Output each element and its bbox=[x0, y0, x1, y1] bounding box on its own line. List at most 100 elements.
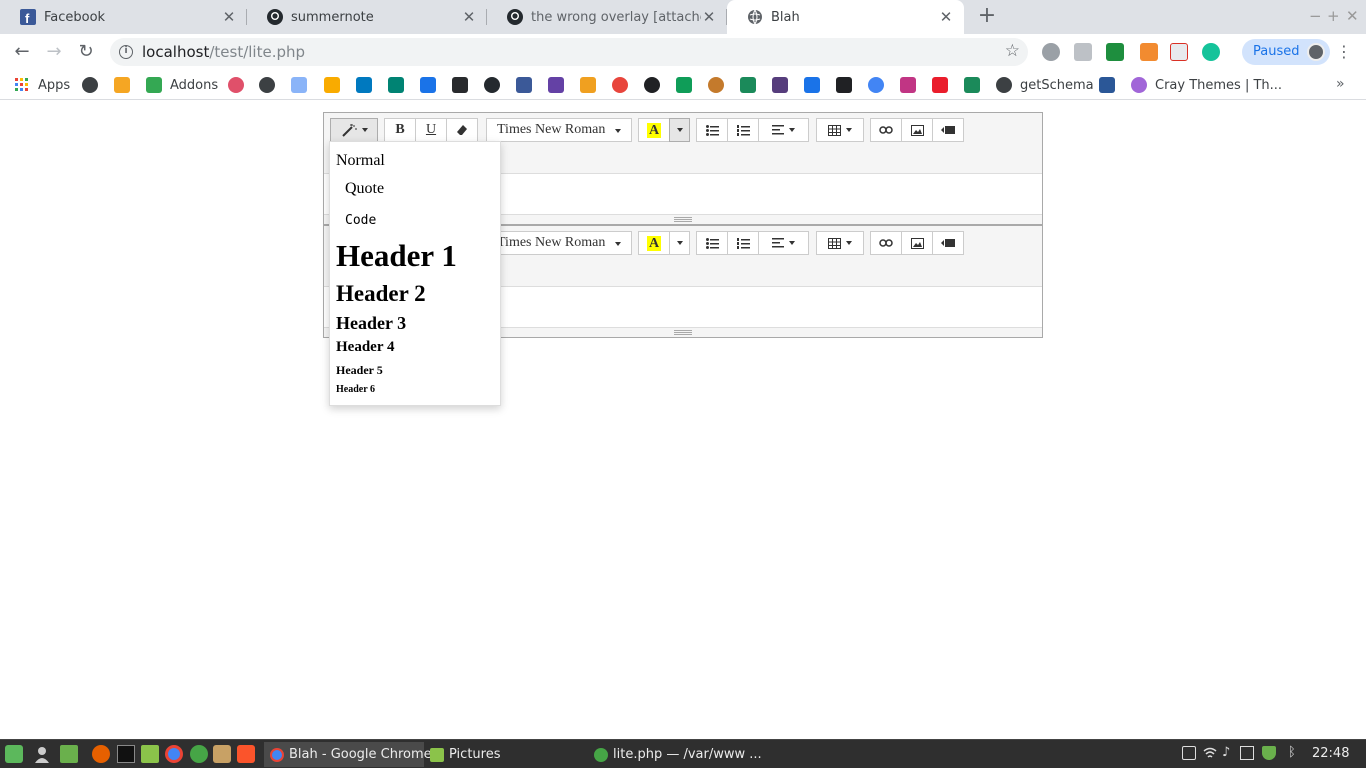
color-dropdown-button[interactable] bbox=[669, 231, 690, 255]
bookmark-facebook[interactable] bbox=[516, 76, 532, 94]
bookmark-9[interactable] bbox=[676, 76, 692, 94]
close-icon[interactable]: ✕ bbox=[938, 9, 954, 25]
address-bar[interactable]: i localhost/test/lite.php ☆ bbox=[110, 38, 1028, 66]
style-option-header-6[interactable]: Header 6 bbox=[336, 384, 375, 395]
bookmark-instagram[interactable] bbox=[900, 76, 916, 94]
bookmark-cray[interactable]: Cray Themes | Th... bbox=[1131, 76, 1282, 94]
close-window-icon[interactable]: ✕ bbox=[1346, 7, 1359, 25]
tab-facebook[interactable]: f Facebook ✕ bbox=[0, 0, 247, 34]
bookmark-twitch[interactable] bbox=[548, 76, 564, 94]
task-editor[interactable]: lite.php — /var/www ... bbox=[588, 742, 762, 767]
bookmark-16[interactable] bbox=[964, 76, 980, 94]
picture-button[interactable] bbox=[901, 231, 933, 255]
style-option-header-3[interactable]: Header 3 bbox=[336, 313, 406, 334]
maximize-icon[interactable]: + bbox=[1327, 7, 1340, 25]
bookmark-3[interactable] bbox=[228, 76, 244, 94]
app-icon[interactable] bbox=[190, 745, 208, 763]
bookmark-11[interactable] bbox=[740, 76, 756, 94]
picture-button[interactable] bbox=[901, 118, 933, 142]
bookmark-7[interactable] bbox=[612, 76, 628, 94]
chrome-icon[interactable] bbox=[165, 745, 183, 763]
bookmark-4[interactable] bbox=[259, 76, 275, 94]
style-option-normal[interactable]: Normal bbox=[336, 152, 385, 170]
clock[interactable]: 22:48 bbox=[1312, 746, 1349, 761]
grammarly-icon[interactable] bbox=[1202, 43, 1220, 61]
bluetooth-icon[interactable]: ᛒ bbox=[1288, 746, 1302, 760]
bookmark-10[interactable] bbox=[708, 76, 724, 94]
tab-blah[interactable]: Blah ✕ bbox=[727, 0, 964, 34]
bookmark-8[interactable] bbox=[644, 76, 660, 94]
bookmark-bootstrap[interactable] bbox=[772, 76, 788, 94]
table-button[interactable] bbox=[816, 231, 864, 255]
ordered-list-button[interactable] bbox=[727, 118, 759, 142]
tab-wrong-overlay[interactable]: the wrong overlay [attached the ✕ bbox=[487, 0, 727, 34]
tool-extension-icon[interactable] bbox=[1140, 43, 1158, 61]
ordered-list-button[interactable] bbox=[727, 231, 759, 255]
bookmark-15[interactable] bbox=[932, 76, 948, 94]
style-option-code[interactable]: Code bbox=[345, 213, 376, 228]
link-button[interactable] bbox=[870, 118, 902, 142]
show-desktop-icon[interactable] bbox=[60, 745, 78, 763]
bookmark-trello[interactable] bbox=[356, 76, 372, 94]
color-dropdown-button[interactable] bbox=[669, 118, 690, 142]
style-option-header-2[interactable]: Header 2 bbox=[336, 281, 426, 307]
settings-extension-icon[interactable] bbox=[1042, 43, 1060, 61]
reload-icon[interactable]: ↻ bbox=[74, 40, 98, 64]
bookmark-addons[interactable]: Addons bbox=[146, 76, 218, 94]
info-icon[interactable]: i bbox=[119, 45, 133, 59]
style-option-header-5[interactable]: Header 5 bbox=[336, 363, 383, 378]
bookmark-bing[interactable] bbox=[388, 76, 404, 94]
profile-button[interactable]: Paused bbox=[1242, 39, 1330, 65]
style-option-quote[interactable]: Quote bbox=[345, 180, 384, 198]
bookmark-5[interactable] bbox=[291, 76, 307, 94]
highlight-color-button[interactable]: A bbox=[638, 118, 670, 142]
bookmark-2[interactable] bbox=[114, 76, 130, 94]
bookmark-14[interactable] bbox=[868, 76, 884, 94]
wifi-icon[interactable] bbox=[1203, 746, 1217, 760]
style-button[interactable] bbox=[330, 118, 378, 142]
new-tab-button[interactable]: + bbox=[976, 5, 998, 27]
video-button[interactable] bbox=[932, 118, 964, 142]
menu-icon[interactable]: ⋮ bbox=[1336, 42, 1352, 61]
minimize-icon[interactable]: − bbox=[1309, 7, 1322, 25]
bold-button[interactable]: B bbox=[384, 118, 416, 142]
bookmarks-overflow-icon[interactable]: » bbox=[1336, 76, 1345, 92]
bookmark-github[interactable] bbox=[484, 76, 500, 94]
font-name-dropdown[interactable]: Times New Roman bbox=[486, 231, 632, 255]
app-icon[interactable] bbox=[213, 745, 231, 763]
paragraph-align-button[interactable] bbox=[758, 118, 809, 142]
paragraph-align-button[interactable] bbox=[758, 231, 809, 255]
back-icon[interactable]: ← bbox=[10, 40, 34, 64]
video-button[interactable] bbox=[932, 231, 964, 255]
close-icon[interactable]: ✕ bbox=[701, 9, 717, 25]
bookmark-dsm[interactable] bbox=[420, 76, 436, 94]
update-icon[interactable] bbox=[1240, 746, 1254, 760]
bookmark-getschema[interactable]: getSchema bbox=[996, 76, 1094, 94]
camera-extension-icon[interactable] bbox=[1074, 43, 1092, 61]
bookmark-13[interactable] bbox=[836, 76, 852, 94]
forward-icon[interactable]: → bbox=[42, 40, 66, 64]
bookmark-1[interactable] bbox=[82, 76, 98, 94]
bookmark-plex[interactable] bbox=[452, 76, 468, 94]
bookmark-pma[interactable] bbox=[580, 76, 596, 94]
vue-extension-icon[interactable] bbox=[1106, 43, 1124, 61]
task-chrome[interactable]: Blah - Google Chrome bbox=[264, 742, 432, 767]
bookmark-6[interactable] bbox=[324, 76, 340, 94]
task-pictures[interactable]: Pictures bbox=[424, 742, 586, 767]
tab-summernote[interactable]: summernote ✕ bbox=[247, 0, 487, 34]
link-button[interactable] bbox=[870, 231, 902, 255]
shield-icon[interactable] bbox=[1262, 746, 1276, 760]
unordered-list-button[interactable] bbox=[696, 118, 728, 142]
chart-extension-icon[interactable] bbox=[1170, 43, 1188, 61]
music-icon[interactable]: ♪ bbox=[1222, 746, 1236, 760]
bookmark-17[interactable] bbox=[1099, 76, 1115, 94]
close-icon[interactable]: ✕ bbox=[221, 9, 237, 25]
bookmark-12[interactable] bbox=[804, 76, 820, 94]
unordered-list-button[interactable] bbox=[696, 231, 728, 255]
bookmark-apps[interactable]: Apps bbox=[14, 76, 70, 94]
clipboard-icon[interactable] bbox=[1182, 746, 1196, 760]
highlight-color-button[interactable]: A bbox=[638, 231, 670, 255]
clear-format-button[interactable] bbox=[446, 118, 478, 142]
font-name-dropdown[interactable]: Times New Roman bbox=[486, 118, 632, 142]
style-option-header-4[interactable]: Header 4 bbox=[336, 339, 394, 356]
